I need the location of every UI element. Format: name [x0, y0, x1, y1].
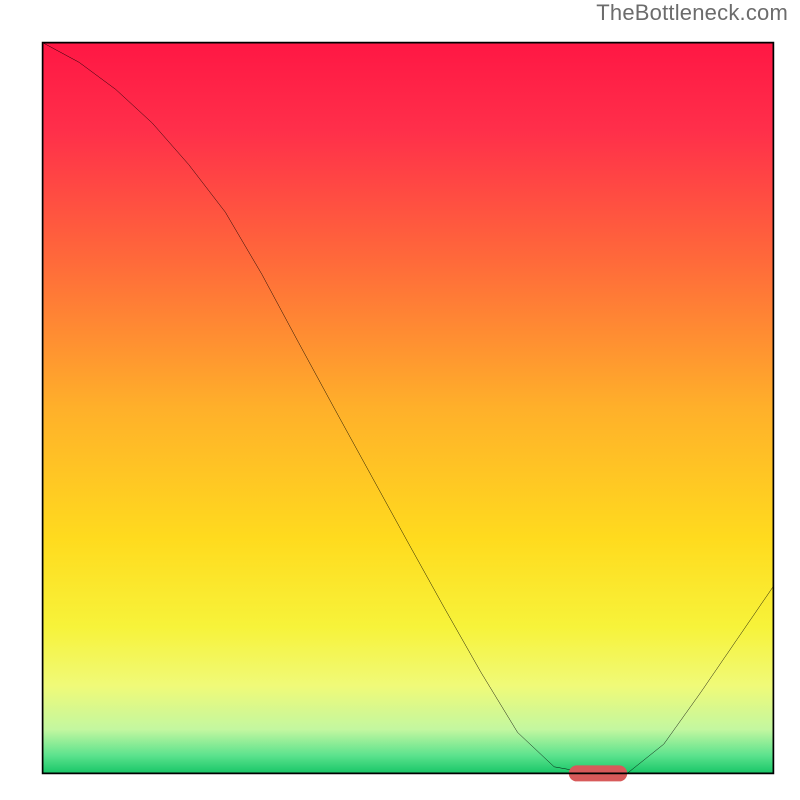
watermark-label: TheBottleneck.com: [596, 0, 788, 26]
chart-frame: TheBottleneck.com: [0, 0, 800, 800]
plot-area: [28, 28, 788, 788]
gradient-bg: [43, 43, 774, 774]
chart-svg: [28, 28, 788, 788]
